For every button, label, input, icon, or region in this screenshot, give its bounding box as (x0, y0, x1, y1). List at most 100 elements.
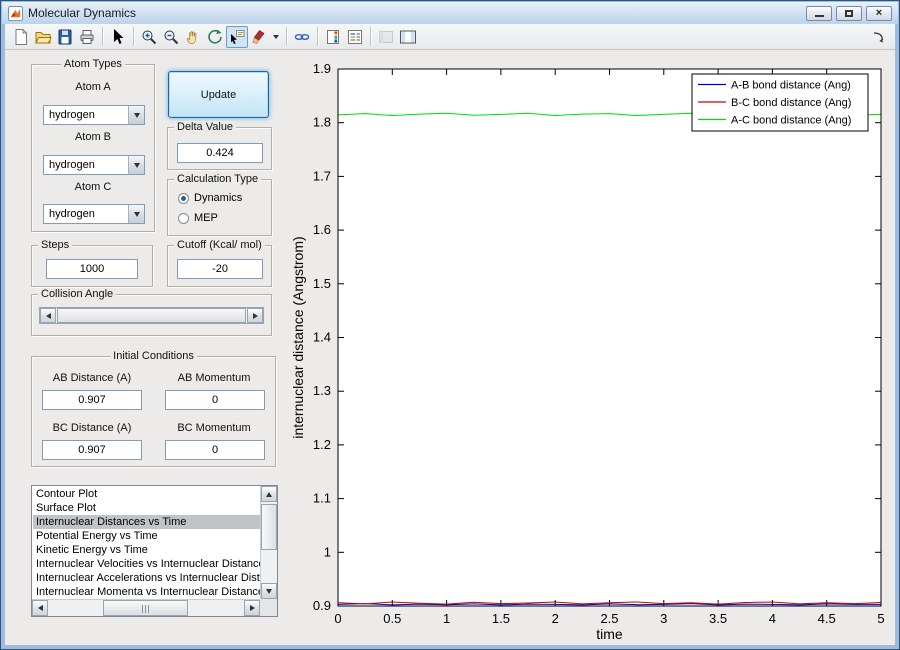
print-figure-icon[interactable] (76, 26, 98, 48)
pan-icon[interactable] (182, 26, 204, 48)
x-tick-label: 3 (660, 611, 667, 626)
brush-dropdown-icon[interactable] (270, 26, 282, 48)
vertical-scrollbar[interactable] (260, 486, 277, 599)
list-item[interactable]: Kinetic Energy vs Time (33, 543, 260, 557)
x-tick-label: 4 (769, 611, 776, 626)
scrollbar-track[interactable] (261, 502, 277, 583)
plot-type-listbox[interactable]: Contour Plot Surface Plot Internuclear Dis… (31, 485, 278, 617)
rotate-3d-icon[interactable] (204, 26, 226, 48)
scroll-down-arrow[interactable] (261, 583, 277, 599)
toolbar-separator (133, 27, 134, 46)
atom-types-panel: Atom Types Atom A hydrogen Atom B hydrog… (31, 58, 155, 232)
steps-title: Steps (38, 239, 73, 251)
atom-types-title: Atom Types (61, 58, 125, 70)
y-tick-label: 1.2 (313, 437, 331, 452)
ab-distance-field[interactable] (42, 390, 142, 410)
chevron-down-icon[interactable] (128, 205, 144, 223)
scrollbar-thumb[interactable] (261, 504, 277, 550)
atom-b-value: hydrogen (49, 159, 95, 171)
legend-entry: A-B bond distance (Ang) (731, 80, 851, 92)
hide-plot-tools-icon (375, 26, 397, 48)
ab-momentum-field[interactable] (165, 390, 265, 410)
list-item[interactable]: Internuclear Accelerations vs Internucle… (33, 571, 260, 585)
y-tick-label: 1.6 (313, 222, 331, 237)
insert-legend-icon[interactable] (344, 26, 366, 48)
open-file-icon[interactable] (32, 26, 54, 48)
y-tick-label: 1 (324, 544, 331, 559)
initial-conditions-title: Initial Conditions (110, 350, 197, 362)
cutoff-title: Cutoff (Kcal/ mol) (174, 239, 265, 251)
x-tick-label: 4.5 (818, 611, 836, 626)
chevron-down-icon[interactable] (128, 156, 144, 174)
radio-icon[interactable] (178, 212, 189, 224)
slider-left-arrow[interactable] (40, 308, 56, 323)
close-icon: × (875, 6, 883, 19)
slider-right-arrow[interactable] (247, 308, 263, 323)
delta-value-field[interactable] (177, 143, 263, 163)
scroll-left-arrow[interactable] (32, 600, 48, 616)
new-file-icon[interactable] (10, 26, 32, 48)
atom-c-value: hydrogen (49, 208, 95, 220)
atom-b-select[interactable]: hydrogen (43, 155, 145, 175)
horizontal-scrollbar[interactable] (32, 599, 260, 616)
brush-icon[interactable] (248, 26, 270, 48)
toolbar-separator (102, 27, 103, 46)
zoom-in-icon[interactable] (138, 26, 160, 48)
list-item[interactable]: Internuclear Momenta vs Internuclear Dis… (33, 585, 260, 599)
x-tick-label: 3.5 (709, 611, 727, 626)
list-item[interactable]: Contour Plot (33, 487, 260, 501)
x-tick-label: 1 (443, 611, 450, 626)
data-cursor-icon[interactable] (226, 25, 248, 48)
toolbar-separator (317, 27, 318, 46)
bc-distance-field[interactable] (42, 440, 142, 460)
app-window: Molecular Dynamics × Atom Types Atom A h… (0, 0, 900, 650)
bc-momentum-field[interactable] (165, 440, 265, 460)
steps-field[interactable] (46, 259, 138, 279)
y-tick-label: 1.1 (313, 491, 331, 506)
toolbar-separator (370, 27, 371, 46)
figure-canvas: Atom Types Atom A hydrogen Atom B hydrog… (5, 50, 895, 645)
restore-button[interactable] (836, 5, 862, 21)
bc-momentum-label: BC Momentum (177, 422, 251, 434)
list-item[interactable]: Internuclear Velocities vs Internuclear … (33, 557, 260, 571)
collision-angle-slider[interactable] (39, 307, 264, 324)
cutoff-field[interactable] (177, 259, 263, 279)
chevron-down-icon[interactable] (128, 106, 144, 124)
show-plot-tools-icon[interactable] (397, 26, 419, 48)
list-item[interactable]: Internuclear Distances vs Time (33, 515, 260, 529)
y-tick-label: 1.7 (313, 168, 331, 183)
link-plots-icon[interactable] (291, 26, 313, 48)
cutoff-panel: Cutoff (Kcal/ mol) (167, 239, 272, 287)
minimize-icon (814, 15, 824, 17)
slider-thumb[interactable] (57, 308, 246, 323)
list-item[interactable]: Surface Plot (33, 501, 260, 515)
atom-c-select[interactable]: hydrogen (43, 204, 145, 224)
scrollbar-track[interactable] (48, 600, 244, 616)
plot-canvas[interactable]: 0 0.5 1 1.5 2 2.5 3 3.5 4 4.5 5 0.9 1 1.1 1.2 1.3 1.4 1.5… (289, 53, 895, 645)
atom-a-select[interactable]: hydrogen (43, 105, 145, 125)
scroll-up-arrow[interactable] (261, 486, 277, 502)
radio-icon[interactable] (178, 192, 189, 204)
delta-value-title: Delta Value (174, 121, 237, 133)
y-tick-label: 1.4 (313, 330, 331, 345)
minimize-button[interactable] (806, 5, 832, 21)
plot-area[interactable] (338, 69, 881, 606)
radio-option-mep[interactable]: MEP (178, 211, 218, 225)
list-item[interactable]: Potential Energy vs Time (33, 529, 260, 543)
close-button[interactable]: × (866, 5, 892, 21)
radio-mep-label: MEP (194, 212, 218, 224)
save-figure-icon[interactable] (54, 26, 76, 48)
edit-plot-cursor-icon[interactable] (107, 26, 129, 48)
dock-figure-icon[interactable] (868, 26, 890, 48)
update-button[interactable]: Update (168, 71, 269, 118)
slider-track[interactable] (56, 308, 247, 323)
y-tick-label: 1.8 (313, 115, 331, 130)
insert-colorbar-icon[interactable] (322, 26, 344, 48)
scroll-right-arrow[interactable] (244, 600, 260, 616)
radio-option-dynamics[interactable]: Dynamics (178, 191, 242, 205)
zoom-out-icon[interactable] (160, 26, 182, 48)
collision-angle-title: Collision Angle (38, 288, 117, 300)
x-tick-label: 2.5 (600, 611, 618, 626)
legend-entry: B-C bond distance (Ang) (731, 97, 851, 109)
scrollbar-thumb[interactable] (103, 600, 188, 616)
